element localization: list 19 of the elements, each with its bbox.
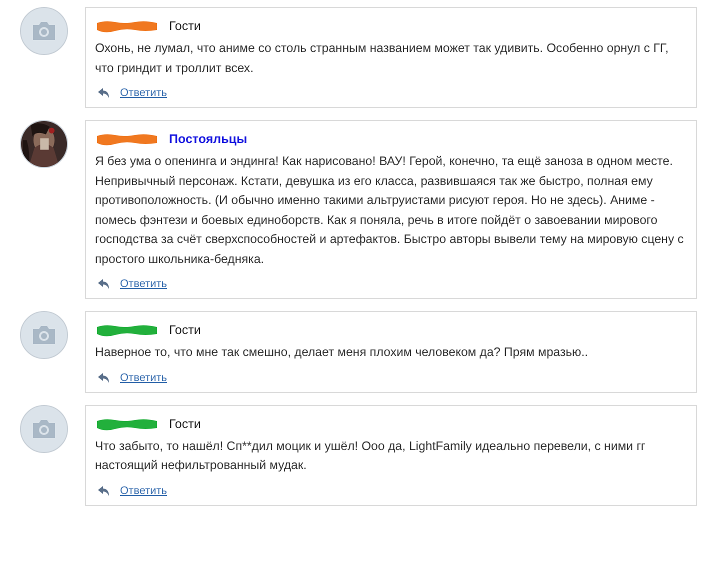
comment-text: Что забыто, то нашёл! Сп**дил моцик и ушёл! Ооо да, LightFamily идеально перевели, с ними гг настоящий нефильтрованный мудак.: [95, 438, 646, 474]
reply-link[interactable]: Ответить: [120, 87, 168, 99]
comment-text: Наверное то, что мне так смешно, делает меня плохим человеком да? Прям мразью..: [95, 344, 590, 361]
reply-link[interactable]: Ответить: [120, 484, 168, 496]
reply-icon: [98, 372, 110, 382]
camera-icon: [31, 418, 57, 438]
camera-icon: [31, 325, 57, 345]
reply-icon: [98, 88, 110, 98]
reply-link[interactable]: Ответить: [120, 278, 168, 290]
user-group: Гости: [169, 323, 201, 337]
user-group: Гости: [169, 19, 201, 33]
camera-icon: [31, 21, 57, 41]
reply-icon: [98, 486, 110, 496]
reply-icon: [98, 279, 110, 289]
user-group: Гости: [169, 416, 201, 430]
user-group: Постояльцы: [169, 132, 248, 146]
comment-text: Я без ума о опенинга и эндинга! Как нарисовано! ВАУ! Герой, конечно, та ещё заноза в одном месте. Непривычный персонаж. Кстати, девушка из его класса, развившаяся так же быстро, полная ему противоположность. (И обычно именно такими альтруистами рисуют героя. Но не здесь). Аниме - помесь фэнтези и боевых единоборств. Как я поняла, речь в итоге пойдёт о завоевании мирового господства за счёт сверхспособностей и артефактов. Быстро авторы вывели тему на мировую сцену с простого школьника-бедняка.: [95, 153, 685, 268]
comment-text: Охонь, не лумал, что аниме со столь странным названием может так удивить. Особенно орнул с ГГ, что гриндит и троллит всех.: [95, 40, 670, 76]
reply-link[interactable]: Ответить: [120, 372, 168, 384]
